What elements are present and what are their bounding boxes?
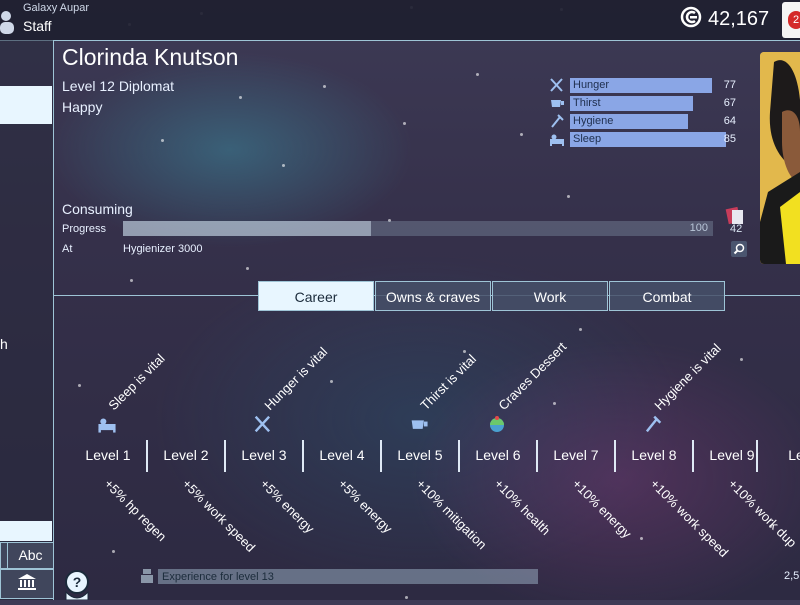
consuming-title: Consuming [62,201,133,217]
help-icon[interactable]: ? [60,570,94,601]
level-separator [146,440,148,472]
career-bonus: +10% work dup [725,476,800,551]
career-bonus: +10% mitigation [413,476,490,553]
credits-value: 42,167 [708,7,770,30]
level-separator [458,440,460,472]
tab-owns-craves[interactable]: Owns & craves [375,281,491,311]
career-level: Level 4 [319,447,365,463]
career-level: Level 1 [85,447,131,463]
experience-icon [141,568,153,584]
svg-text:?: ? [73,574,82,590]
need-value: 67 [723,97,736,109]
character-portrait [760,52,800,264]
hunger-icon [252,413,274,435]
career-trait: Thirst is vital [417,351,480,413]
career-bonus: +5% energy [257,476,318,536]
need-label: Thirst [573,97,601,109]
tab-work[interactable]: Work [492,281,608,311]
career-level: Le [788,447,800,463]
progress-max-value: 100 [689,222,708,234]
level-separator [380,440,382,472]
level-separator [756,440,758,472]
consuming-progress-fill [123,221,371,236]
level-separator [692,440,694,472]
character-level: Level 12 Diplomat [62,78,175,94]
need-row-hygiene: Hygiene 64 [548,113,738,129]
sort-alphabetical-button[interactable]: Abc [7,542,54,569]
left-panel-selected-item[interactable] [0,86,52,124]
sleep-icon [96,413,118,435]
career-trait: Hunger is vital [261,344,331,413]
bank-button[interactable] [0,569,54,599]
career-level: Level 7 [553,447,599,463]
dessert-icon [486,413,508,435]
level-separator [302,440,304,472]
experience-label: Experience for level 13 [162,571,274,583]
level-separator [536,440,538,472]
career-level: Level 2 [163,447,209,463]
credits-icon [680,6,702,33]
tab-combat[interactable]: Combat [609,281,725,311]
career-bonus: +10% work speed [647,476,732,560]
career-bonus: +10% energy [569,476,635,542]
locate-button[interactable] [731,241,747,257]
career-level: Level 8 [631,447,677,463]
career-bonus: +10% health [491,476,554,538]
level-separator [224,440,226,472]
hygiene-icon [642,413,664,435]
need-label: Sleep [573,133,602,145]
need-row-thirst: Thirst 67 [548,95,738,111]
notification-badge: 2 [788,11,800,29]
left-panel-filter-bar[interactable] [0,521,52,541]
character-name: Clorinda Knutson [62,44,239,70]
hygiene-icon [548,113,566,129]
experience-value: 2,5 [784,570,800,582]
character-mood: Happy [62,99,103,115]
progress-label: Progress [62,223,107,235]
thirst-icon [548,95,566,111]
magnify-icon [731,243,747,261]
career-bonus: +5% energy [335,476,396,536]
bank-icon [18,573,36,595]
tab-career[interactable]: Career [258,281,374,311]
consuming-progress-bar [123,221,713,236]
career-bonus: +5% work speed [179,476,259,555]
thirst-icon [408,413,430,435]
career-level: Level 6 [475,447,521,463]
station-name: Galaxy Aupar [23,2,90,14]
need-label: Hunger [573,79,610,91]
at-location: Hygienizer 3000 [123,243,203,255]
notification-button[interactable]: 2 [782,2,800,38]
consumable-item-count: 42 [730,223,743,235]
hunger-icon [548,77,566,93]
need-row-hunger: Hunger 77 [548,77,738,93]
career-level: Level 5 [397,447,443,463]
credits-display: 42,167 [680,6,769,32]
left-panel-partial-text: h [0,336,8,352]
need-row-sleep: Sleep 85 [548,131,738,147]
staff-icon[interactable] [0,4,16,36]
career-trait: Hygiene is vital [651,340,724,413]
career-level: Level 3 [241,447,287,463]
need-label: Hygiene [573,115,614,127]
at-label: At [62,243,73,255]
need-value: 64 [723,115,736,127]
need-value: 77 [723,79,736,91]
career-trait: Sleep is vital [105,350,168,413]
section-title: Staff [23,18,52,34]
level-separator [614,440,616,472]
career-trait: Craves Dessert [495,339,570,413]
need-value: 85 [723,133,736,145]
career-bonus: +5% hp regen [101,476,170,545]
left-panel [0,40,54,600]
sleep-icon [548,131,566,147]
